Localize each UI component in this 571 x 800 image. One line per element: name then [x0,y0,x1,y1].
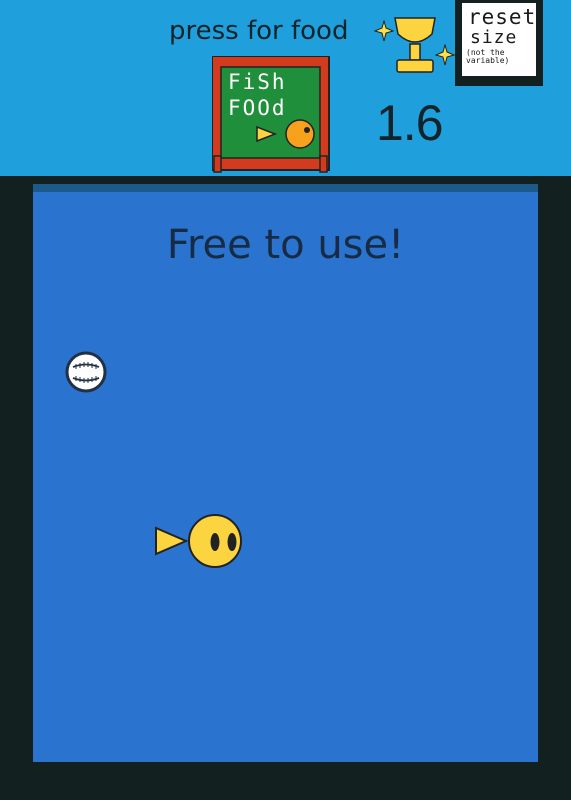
sparkle-icon [435,44,455,66]
reset-label: reset [468,5,536,29]
sign-text-line1: FiSh [228,70,287,94]
reset-size-panel: reset size (not the variable) [462,3,536,76]
water-surface [33,184,538,192]
fish-icon[interactable] [154,512,246,570]
reset-size-button[interactable]: reset size (not the variable) [455,0,543,86]
tank-left-wall-top [0,176,33,184]
free-to-use-banner: Free to use! [166,222,405,268]
sparkle-icon [374,20,394,42]
tank-water [33,188,538,762]
food-counter: 1.6 [376,95,444,151]
not-variable-note: (not the variable) [466,48,510,65]
size-label: size [470,27,518,48]
trophy-icon[interactable] [392,14,438,76]
sign-text-line2: FOOd [228,96,287,120]
baseball-icon[interactable] [64,350,108,394]
tank-right-wall-top [538,176,571,184]
game-stage[interactable]: FiSh FOOd press for food 1.6 reset size … [0,0,571,800]
press-for-food-label: press for food [169,16,349,46]
